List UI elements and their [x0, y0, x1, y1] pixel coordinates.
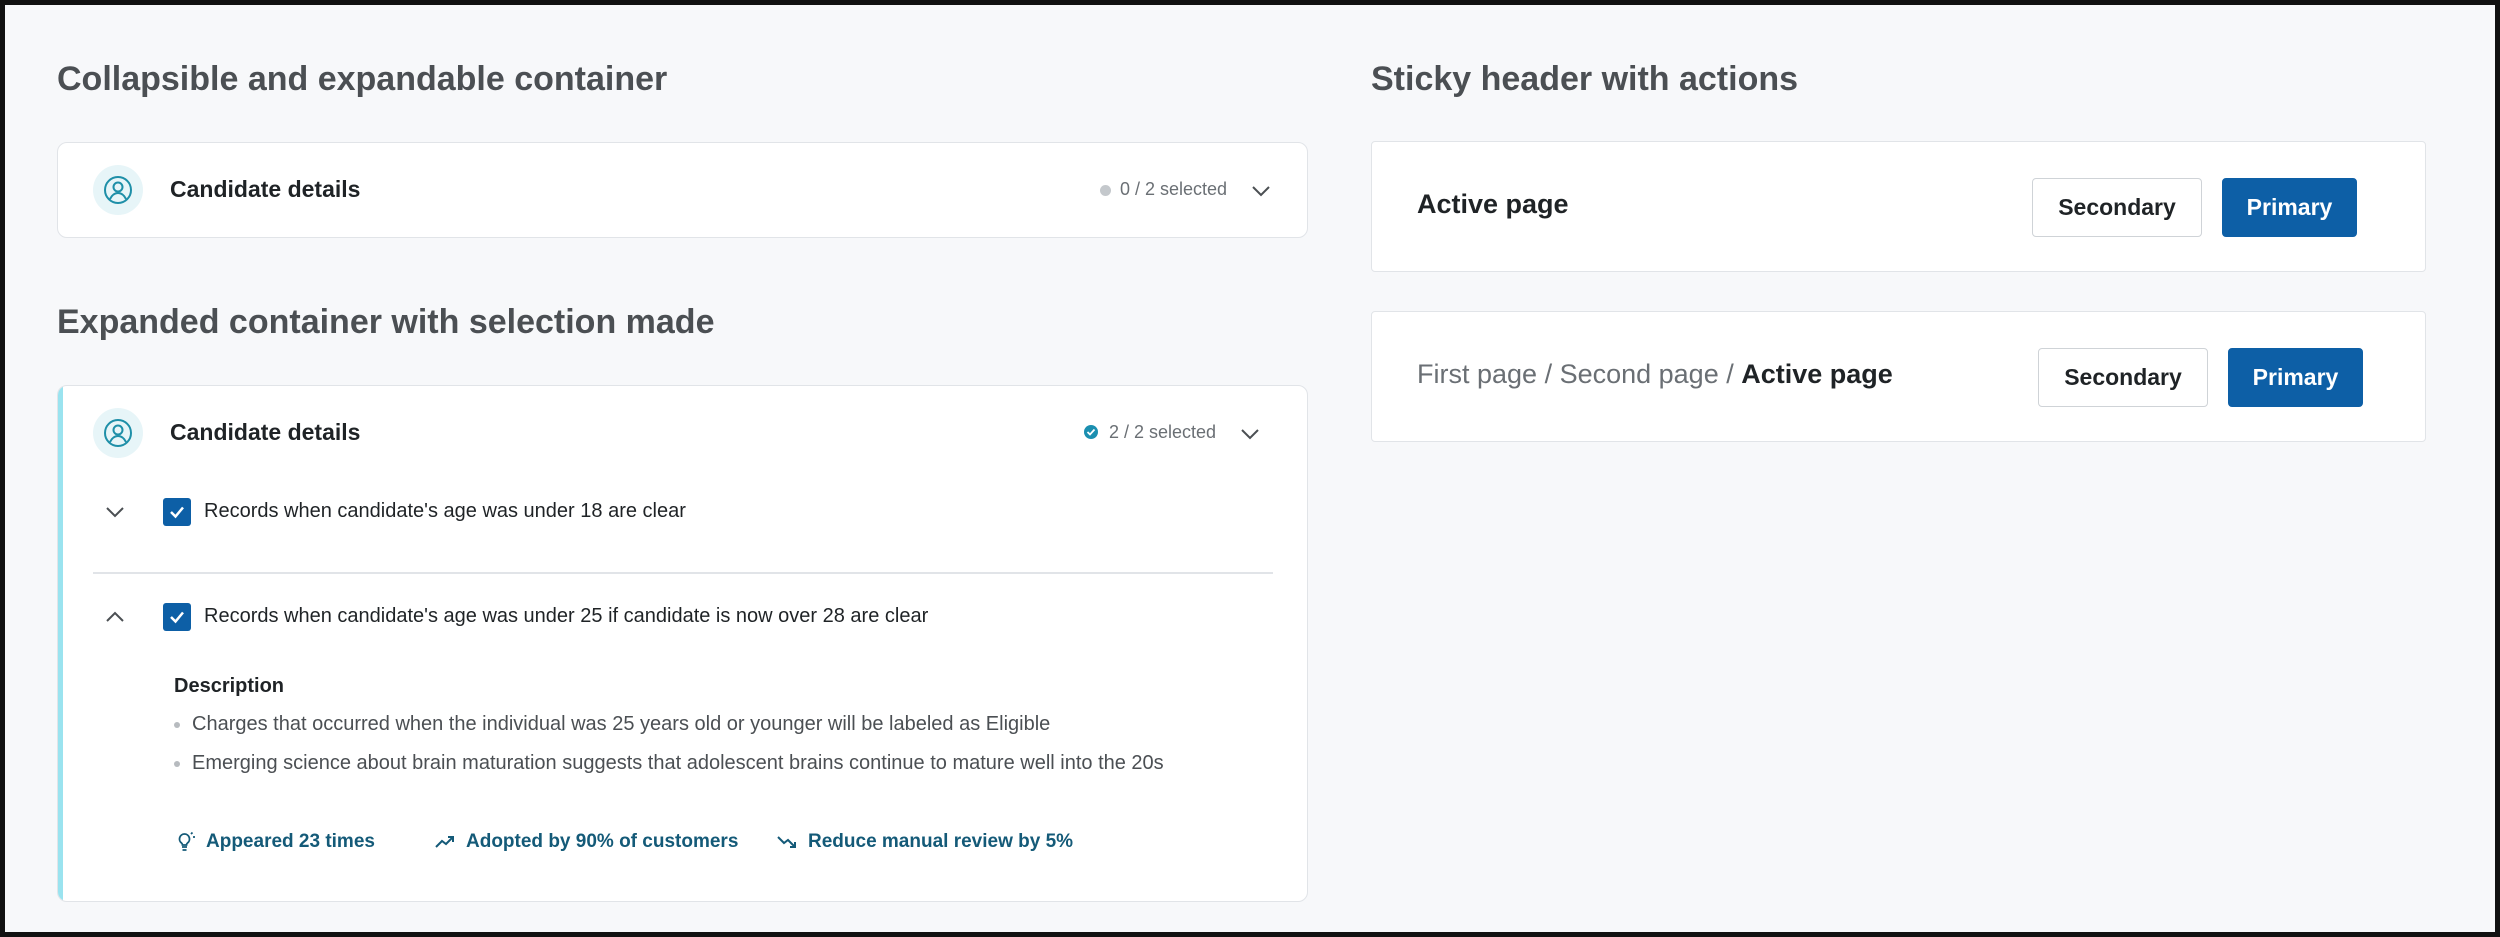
canvas: Collapsible and expandable container Can… [0, 0, 2500, 937]
stat-text: Adopted by 90% of customers [466, 831, 739, 852]
trending-down-icon [777, 836, 796, 848]
stat-text: Reduce manual review by 5% [808, 831, 1074, 852]
card-title: Candidate details [170, 419, 361, 445]
expanded-container[interactable]: Candidate details 2 / 2 selected Records… [57, 385, 1308, 902]
description-heading: Description [174, 675, 285, 697]
chevron-down-icon[interactable] [103, 500, 127, 524]
section-title-sticky: Sticky header with actions [1371, 60, 1799, 98]
chevron-up-icon[interactable] [103, 605, 127, 629]
row-divider [93, 572, 1273, 574]
stat-text: Appeared 23 times [206, 831, 375, 852]
user-circle-icon [104, 419, 132, 447]
breadcrumb-item-active: Active page [1741, 359, 1893, 389]
breadcrumb-item-first[interactable]: First page [1417, 359, 1537, 389]
avatar [93, 408, 143, 458]
sticky-header-breadcrumb: First page / Second page / Active page S… [1371, 311, 2426, 442]
row-label: Records when candidate's age was under 2… [204, 605, 929, 627]
section-title-expanded: Expanded container with selection made [57, 303, 715, 341]
primary-button[interactable]: Primary [2228, 348, 2363, 407]
chevron-down-icon[interactable] [1249, 179, 1273, 203]
chevron-down-icon[interactable] [1238, 422, 1262, 446]
user-circle-icon [104, 176, 132, 204]
bullet [174, 721, 180, 728]
description-item-text: Emerging science about brain maturation … [192, 752, 1164, 774]
breadcrumb-item-second[interactable]: Second page [1560, 359, 1719, 389]
check-icon [170, 611, 184, 624]
breadcrumb: First page / Second page / Active page [1417, 359, 1893, 390]
selection-count: 0 / 2 selected [1120, 179, 1228, 199]
check-badge-icon [1084, 425, 1098, 439]
stat-adopted: Adopted by 90% of customers [434, 831, 738, 853]
selected-accent-bar [58, 386, 63, 901]
page-title: Active page [1417, 189, 1569, 219]
card-title: Candidate details [170, 176, 361, 202]
row-label: Records when candidate's age was under 1… [204, 500, 686, 522]
description-item: Emerging science about brain maturation … [174, 752, 1164, 775]
collapsed-container[interactable]: Candidate details 0 / 2 selected [57, 142, 1308, 238]
row-checkbox[interactable] [163, 498, 191, 526]
primary-button[interactable]: Primary [2222, 178, 2357, 237]
secondary-button[interactable]: Secondary [2038, 348, 2208, 407]
trending-up-icon [435, 836, 454, 848]
secondary-button[interactable]: Secondary [2032, 178, 2202, 237]
check-icon [170, 506, 184, 519]
description-item-text: Charges that occurred when the individua… [192, 713, 1051, 735]
stat-reduce: Reduce manual review by 5% [776, 831, 1073, 853]
avatar [93, 165, 143, 215]
bullet [174, 760, 180, 767]
description-item: Charges that occurred when the individua… [174, 713, 1050, 736]
selection-count: 2 / 2 selected [1109, 422, 1217, 442]
row-checkbox[interactable] [163, 603, 191, 631]
sticky-header: Active page Secondary Primary [1371, 141, 2426, 272]
lightbulb-icon [178, 831, 195, 851]
selection-status-dot [1100, 185, 1111, 196]
stat-appeared: Appeared 23 times [174, 831, 375, 853]
breadcrumb-separator: / [1718, 359, 1742, 389]
breadcrumb-separator: / [1537, 359, 1560, 389]
section-title-collapsible: Collapsible and expandable container [57, 60, 668, 98]
